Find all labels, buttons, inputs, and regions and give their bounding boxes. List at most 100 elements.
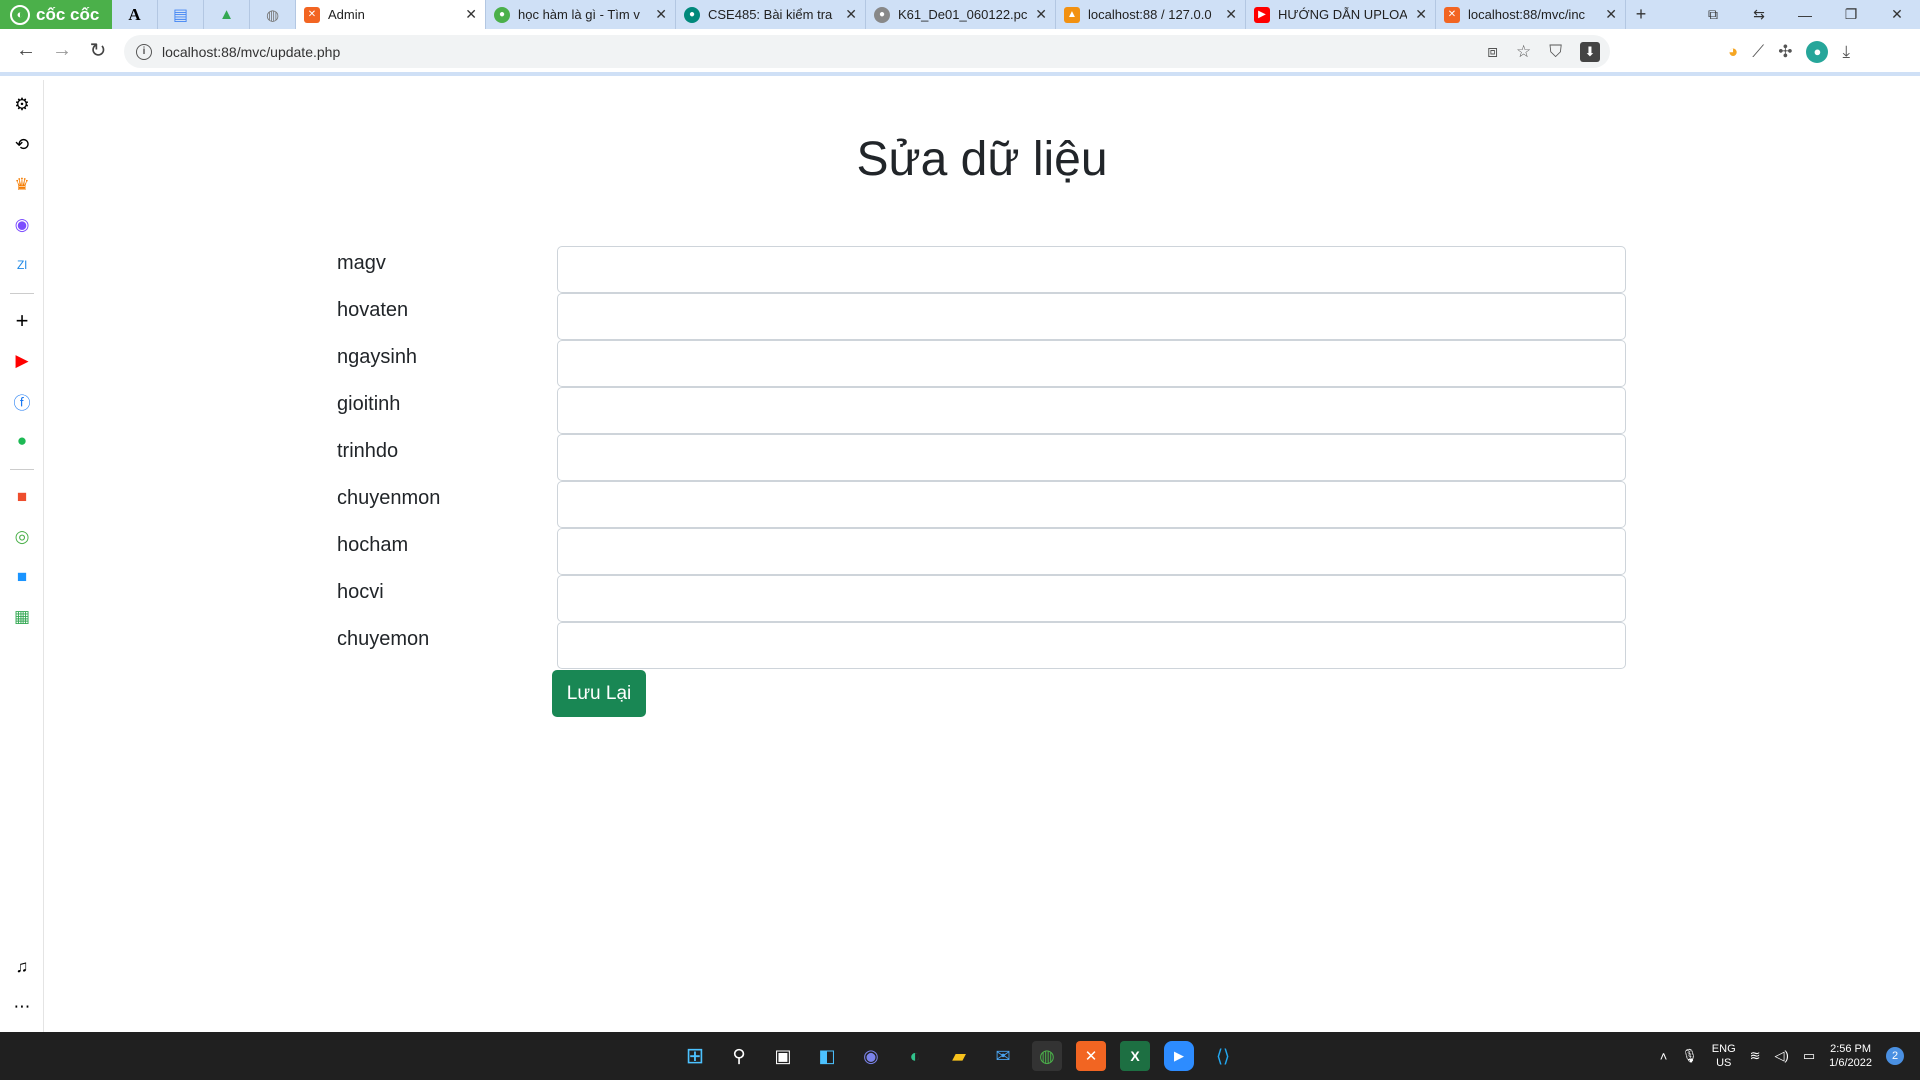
tab-phpmyadmin[interactable]: ▲ localhost:88 / 127.0.0 ✕	[1056, 0, 1246, 29]
add-icon[interactable]: +	[10, 308, 34, 333]
language-indicator[interactable]: ENG US	[1712, 1042, 1736, 1070]
facebook-icon[interactable]: ⓕ	[10, 389, 34, 413]
tab-search[interactable]: ● học hàm là gì - Tìm v ✕	[486, 0, 676, 29]
close-window-button[interactable]: ✕	[1874, 6, 1920, 23]
messenger-icon[interactable]: ◉	[10, 213, 34, 237]
date-label: 1/6/2022	[1829, 1057, 1872, 1069]
tab-mvc-index[interactable]: ✕ localhost:88/mvc/inc ✕	[1436, 0, 1626, 29]
gioitinh-input[interactable]	[557, 387, 1626, 434]
field-row-gioitinh: gioitinh	[337, 387, 1672, 434]
close-icon[interactable]: ✕	[465, 6, 477, 23]
reload-button[interactable]: ↻	[80, 33, 116, 69]
translate-icon[interactable]: ⧈	[1487, 42, 1498, 62]
close-icon[interactable]: ✕	[655, 6, 667, 23]
field-label: trinhdo	[337, 440, 399, 462]
address-bar[interactable]: i localhost:88/mvc/update.php ⧈ ☆ ⛉ ⬇	[124, 35, 1610, 68]
browser-brand[interactable]: ◐ cốc cốc	[0, 0, 112, 29]
tab-pinned-globe[interactable]: ◍	[250, 0, 296, 29]
tab-cse485[interactable]: ● CSE485: Bài kiểm tra ✕	[676, 0, 866, 29]
bookmark-star-icon[interactable]: ☆	[1516, 42, 1531, 62]
extension-icon[interactable]: ◕	[1728, 42, 1738, 62]
puzzle-icon[interactable]: ✣	[1778, 42, 1792, 62]
new-tab-button[interactable]: +	[1626, 0, 1656, 29]
zalo-icon[interactable]: Zl	[10, 253, 34, 277]
close-icon[interactable]: ✕	[845, 6, 857, 23]
crown-icon[interactable]: ♛	[10, 173, 34, 197]
shopee-icon[interactable]: ■	[10, 485, 34, 509]
clock[interactable]: 2:56 PM 1/6/2022	[1829, 1042, 1872, 1070]
forward-button[interactable]: →	[44, 33, 80, 69]
site-info-icon[interactable]: i	[136, 43, 152, 60]
task-view-icon[interactable]: ▣	[768, 1041, 798, 1071]
mail-icon[interactable]: ✉	[988, 1041, 1018, 1071]
youtube-icon: ▶	[1254, 6, 1270, 23]
tab-youtube[interactable]: ▶ HƯỚNG DẪN UPLOA ✕	[1246, 0, 1436, 29]
history-icon[interactable]: ⟲	[10, 133, 34, 157]
spotify-icon[interactable]: ●	[10, 429, 34, 453]
tab-pinned-docs[interactable]: ▤	[158, 0, 204, 29]
tab-label: HƯỚNG DẪN UPLOA	[1278, 7, 1408, 22]
tab-admin[interactable]: ✕ Admin ✕	[296, 0, 486, 29]
reading-icon[interactable]: ⟋	[1752, 42, 1764, 62]
download-page-icon[interactable]: ⬇	[1580, 41, 1600, 62]
save-button[interactable]: Lưu Lại	[552, 670, 646, 717]
profile-avatar[interactable]: ●	[1806, 40, 1829, 63]
zoom-icon[interactable]: ▶	[1164, 1041, 1194, 1071]
trinhdo-input[interactable]	[557, 434, 1626, 481]
chuyemon-input[interactable]	[557, 622, 1626, 669]
edge-icon[interactable]: ◐	[900, 1041, 930, 1071]
tab-strip: ◐ cốc cốc A ▤ ▲ ◍ ✕ Admin ✕ ● học hàm là…	[0, 0, 1920, 29]
tab-label: localhost:88 / 127.0.0	[1088, 7, 1212, 22]
back-button[interactable]: ←	[8, 33, 44, 69]
battery-icon[interactable]: ▭	[1803, 1048, 1815, 1064]
field-label: hovaten	[337, 299, 409, 321]
volume-icon[interactable]: ◁)	[1775, 1048, 1789, 1064]
map-pin-icon[interactable]: ◎	[10, 525, 34, 549]
chuyenmon-input[interactable]	[557, 481, 1626, 528]
restore-button[interactable]: ❐	[1828, 6, 1874, 23]
excel-icon[interactable]: X	[1120, 1041, 1150, 1071]
wifi-icon[interactable]: ≋	[1750, 1048, 1761, 1064]
sidebar-toggle-icon[interactable]: ⇆	[1736, 6, 1782, 23]
hocvi-input[interactable]	[557, 575, 1626, 622]
close-icon[interactable]: ✕	[1605, 6, 1617, 23]
page-content: Sửa dữ liệu magv hovaten ngaysinh gioiti…	[44, 80, 1920, 1032]
tiki-icon[interactable]: ■	[10, 565, 34, 589]
bell-icon[interactable]: ♫	[10, 955, 34, 979]
tab-label: localhost:88/mvc/inc	[1468, 7, 1586, 22]
close-icon[interactable]: ✕	[1035, 6, 1047, 23]
xampp-icon[interactable]: ✕	[1076, 1041, 1106, 1071]
minimize-button[interactable]: —	[1782, 7, 1828, 23]
teams-chat-icon[interactable]: ◉	[856, 1041, 886, 1071]
youtube-icon[interactable]: ▶	[10, 349, 34, 373]
magv-input[interactable]	[557, 246, 1626, 293]
tab-pinned-drive[interactable]: ▲	[204, 0, 250, 29]
field-label: hocvi	[337, 581, 384, 603]
close-icon[interactable]: ✕	[1225, 6, 1237, 23]
tab-search-icon[interactable]: ⧉	[1690, 6, 1736, 23]
chevron-up-icon[interactable]: ˄	[1660, 1049, 1668, 1064]
vscode-icon[interactable]: ⟨⟩	[1208, 1041, 1238, 1071]
sheet-icon[interactable]: ▦	[10, 605, 34, 629]
browser-toolbar: ← → ↻ i localhost:88/mvc/update.php ⧈ ☆ …	[0, 29, 1920, 76]
widgets-icon[interactable]: ◧	[812, 1041, 842, 1071]
hocham-input[interactable]	[557, 528, 1626, 575]
more-icon[interactable]: ⋯	[10, 995, 34, 1019]
windows-start-icon[interactable]: ⊞	[680, 1041, 710, 1071]
field-label: gioitinh	[337, 393, 401, 415]
notification-badge[interactable]: 2	[1886, 1047, 1904, 1065]
url-text[interactable]: localhost:88/mvc/update.php	[162, 44, 340, 60]
search-icon[interactable]: ⚲	[724, 1041, 754, 1071]
shield-icon[interactable]: ⛉	[1549, 42, 1562, 62]
ngaysinh-input[interactable]	[557, 340, 1626, 387]
tab-pinned-font[interactable]: A	[112, 0, 158, 29]
settings-icon[interactable]: ⚙	[10, 93, 34, 117]
tab-k61[interactable]: ● K61_De01_060122.pc ✕	[866, 0, 1056, 29]
close-icon[interactable]: ✕	[1415, 6, 1427, 23]
file-explorer-icon[interactable]: ▰	[944, 1041, 974, 1071]
downloads-icon[interactable]: ⤓	[1842, 42, 1850, 62]
coccoc-browser-icon[interactable]: ◍	[1032, 1041, 1062, 1071]
field-label: hocham	[337, 534, 409, 556]
microphone-icon[interactable]: 🎙	[1681, 1048, 1698, 1064]
hovaten-input[interactable]	[557, 293, 1626, 340]
